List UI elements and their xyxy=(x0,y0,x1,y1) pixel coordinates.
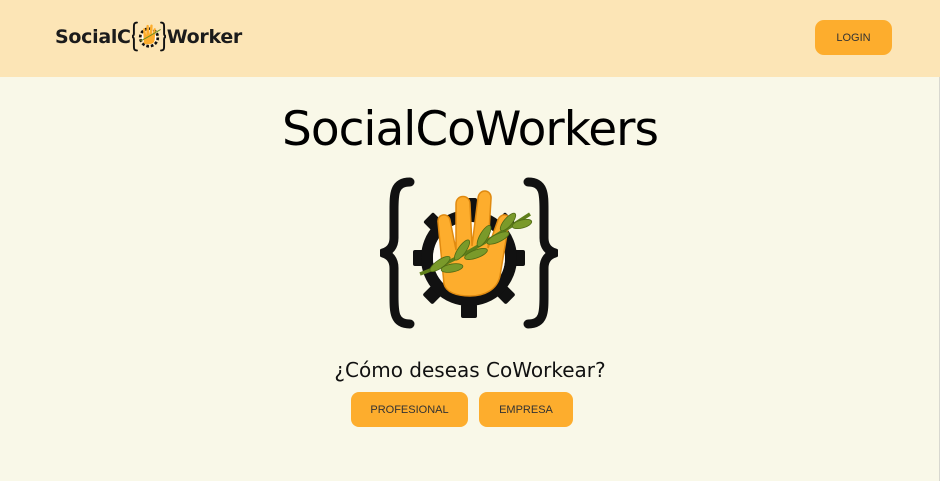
page-title: SocialCoWorkers xyxy=(282,102,659,157)
login-button[interactable]: LOGIN xyxy=(815,20,892,55)
brand-logo-link[interactable]: SocialC Worker xyxy=(55,20,242,53)
profesional-button[interactable]: PROFESIONAL xyxy=(351,392,468,427)
top-navbar: SocialC Worker LOGIN xyxy=(0,0,940,77)
brand-suffix: Worker xyxy=(166,25,243,48)
coworking-question: ¿Cómo deseas CoWorkear? xyxy=(334,358,606,382)
empresa-button[interactable]: EMPRESA xyxy=(479,392,573,427)
brand-prefix: SocialC xyxy=(55,25,131,48)
page: SocialC Worker LOGIN SocialCoWorkers ¿Có… xyxy=(0,0,940,481)
gear-hand-logo-icon xyxy=(380,177,558,329)
brand-logo-icon xyxy=(131,21,166,52)
